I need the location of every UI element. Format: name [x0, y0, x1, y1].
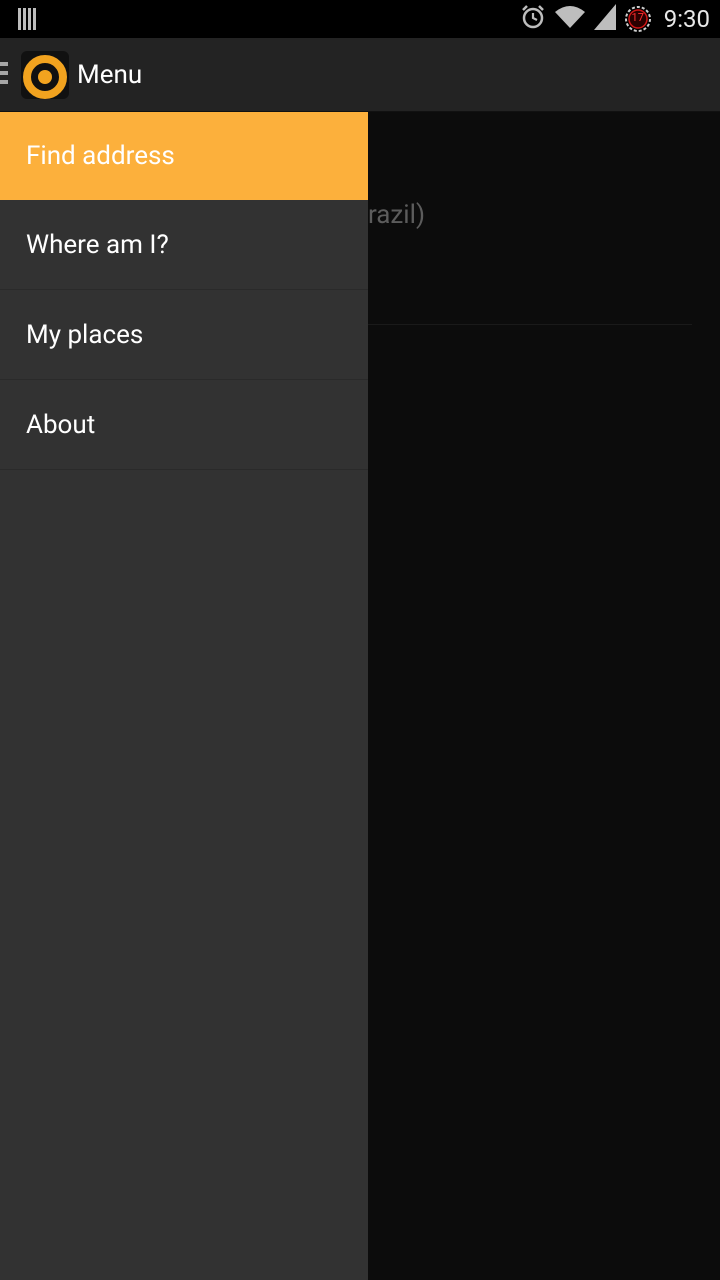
drawer-item-where-am-i[interactable]: Where am I?: [0, 200, 368, 290]
navigation-drawer: Find address Where am I? My places About: [0, 112, 368, 1280]
drawer-item-label: Find address: [26, 141, 175, 171]
wifi-icon: [554, 4, 586, 34]
notification-bars-icon: [18, 8, 38, 34]
drawer-item-about[interactable]: About: [0, 380, 368, 470]
drawer-item-label: Where am I?: [26, 229, 169, 260]
drawer-item-my-places[interactable]: My places: [0, 290, 368, 380]
alarm-icon: [520, 4, 546, 34]
calendar-badge-icon: 17: [624, 5, 652, 33]
calendar-badge-count: 17: [631, 11, 644, 24]
signal-icon: [593, 4, 616, 34]
action-bar-title: Menu: [77, 60, 143, 90]
app-logo-icon[interactable]: [20, 50, 70, 100]
drawer-indicator-icon[interactable]: [0, 62, 10, 88]
drawer-item-label: About: [26, 409, 96, 440]
status-bar: 17 9:30: [0, 0, 720, 38]
drawer-item-label: My places: [26, 319, 144, 350]
status-time: 9:30: [663, 5, 710, 33]
action-bar: Menu: [0, 38, 720, 112]
drawer-item-find-address[interactable]: Find address: [0, 112, 368, 200]
